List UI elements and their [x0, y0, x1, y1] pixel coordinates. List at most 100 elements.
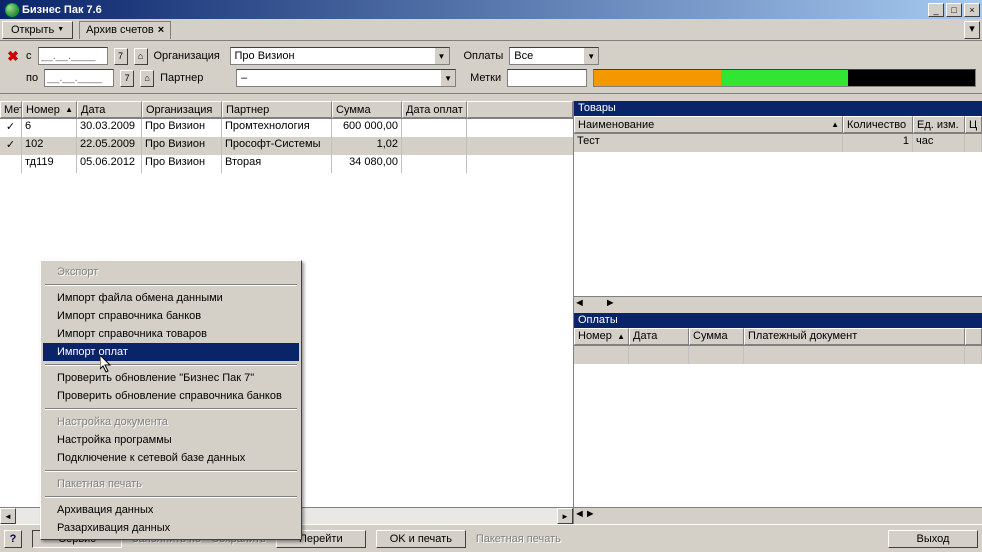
menu-separator — [45, 284, 297, 286]
goods-scroll-h[interactable]: ◄ ► — [574, 296, 982, 313]
goods-cell-unit: час — [913, 134, 965, 152]
service-context-menu[interactable]: ЭкспортИмпорт файла обмена даннымиИмпорт… — [40, 260, 302, 540]
table-row[interactable]: ✓630.03.2009Про ВизионПромтехнология600 … — [0, 119, 573, 137]
scroll-left-icon[interactable]: ◄ — [0, 508, 16, 524]
goods-col-unit[interactable]: Ед. изм. — [913, 116, 965, 133]
pay-col-sum[interactable]: Сумма — [689, 328, 744, 345]
menu-item[interactable]: Настройка программы — [43, 431, 299, 449]
goods-col-qty[interactable]: Количество — [843, 116, 913, 133]
color-marks[interactable] — [593, 69, 976, 87]
batch-print-button[interactable]: Пакетная печать — [476, 533, 561, 545]
payments-body[interactable] — [574, 346, 982, 508]
goods-body[interactable]: Тест 1 час — [574, 134, 982, 296]
sort-asc-icon: ▲ — [65, 105, 73, 114]
pay-col-date[interactable]: Дата — [629, 328, 689, 345]
mark-green[interactable] — [721, 70, 848, 86]
title-bar: Бизнес Пак 7.6 _ □ × — [0, 0, 982, 19]
from-label: с — [26, 50, 32, 62]
pay-col-num[interactable]: Номер▲ — [574, 328, 629, 345]
mark-orange[interactable] — [594, 70, 721, 86]
exit-button[interactable]: Выход — [888, 530, 978, 548]
table-row[interactable]: ✓10222.05.2009Про ВизионПрософт-Системы1… — [0, 137, 573, 155]
org-cell: Про Визион — [142, 137, 222, 155]
menu-item[interactable]: Импорт файла обмена данными — [43, 289, 299, 307]
payments-empty-row[interactable] — [574, 346, 982, 364]
num-cell: 6 — [22, 119, 77, 137]
open-label: Открыть — [11, 24, 54, 36]
pay-col-doc[interactable]: Платежный документ — [744, 328, 965, 345]
date-to-picker[interactable]: 7 — [120, 70, 134, 87]
col-sum[interactable]: Сумма — [332, 101, 402, 118]
check-cell: ✓ — [0, 119, 22, 137]
check-cell: ✓ — [0, 137, 22, 155]
org-cell: Про Визион — [142, 119, 222, 137]
ok-print-button[interactable]: OK и печать — [376, 530, 466, 548]
menu-item[interactable]: Импорт оплат — [43, 343, 299, 361]
close-tab-icon[interactable]: × — [158, 24, 164, 36]
date-cell: 05.06.2012 — [77, 155, 142, 173]
col-mark[interactable]: Мет — [0, 101, 22, 118]
help-icon[interactable]: ? — [4, 530, 22, 548]
tab-archive[interactable]: Архив счетов × — [79, 21, 171, 39]
menu-separator — [45, 470, 297, 472]
date-from-picker[interactable]: 7 — [114, 48, 128, 65]
sort-asc-icon: ▲ — [831, 120, 839, 129]
clear-filter-icon[interactable]: ✖ — [6, 48, 20, 65]
menu-item[interactable]: Подключение к сетевой базе данных — [43, 449, 299, 467]
app-icon — [5, 3, 19, 17]
sum-cell: 1,02 — [332, 137, 402, 155]
scroll-left-icon[interactable]: ◄ — [574, 297, 585, 313]
close-button[interactable]: × — [964, 3, 980, 17]
goods-row[interactable]: Тест 1 час — [574, 134, 982, 152]
org-combo[interactable]: Про Визион ▼ — [230, 47, 450, 65]
menu-item[interactable]: Архивация данных — [43, 501, 299, 519]
date-to-input[interactable] — [44, 69, 114, 87]
goods-col-name[interactable]: Наименование▲ — [574, 116, 843, 133]
minimize-button[interactable]: _ — [928, 3, 944, 17]
goods-cell-qty: 1 — [843, 134, 913, 152]
scroll-thumb[interactable] — [585, 297, 605, 313]
chevron-down-icon: ▼ — [440, 70, 455, 86]
menu-item[interactable]: Проверить обновление "Бизнес Пак 7" — [43, 369, 299, 387]
goods-col-price[interactable]: Ц — [965, 116, 982, 133]
tab-scroll-dropdown[interactable]: ▾ — [964, 21, 980, 39]
maximize-button[interactable]: □ — [946, 3, 962, 17]
scroll-left-icon[interactable]: ◄ — [574, 508, 585, 524]
partner-cell: Вторая — [222, 155, 332, 173]
pay-col-extra[interactable] — [965, 328, 982, 345]
date-from-clear[interactable]: ⌂ — [134, 48, 148, 65]
sum-cell: 600 000,00 — [332, 119, 402, 137]
pay-combo[interactable]: Все ▼ — [509, 47, 599, 65]
open-button[interactable]: Открыть ▼ — [2, 21, 73, 39]
chevron-down-icon: ▼ — [583, 48, 598, 64]
partner-label: Партнер — [160, 72, 230, 84]
filter-panel: ✖ с 7 ⌂ Организация Про Визион ▼ Оплаты … — [0, 41, 982, 94]
table-row[interactable]: тд11905.06.2012Про ВизионВторая34 080,00 — [0, 155, 573, 173]
org-cell: Про Визион — [142, 155, 222, 173]
menu-item[interactable]: Импорт справочника товаров — [43, 325, 299, 343]
col-number[interactable]: Номер▲ — [22, 101, 77, 118]
date-from-input[interactable] — [38, 47, 108, 65]
payments-header: Номер▲ Дата Сумма Платежный документ — [574, 328, 982, 346]
menu-item[interactable]: Проверить обновление справочника банков — [43, 387, 299, 405]
menu-item[interactable]: Импорт справочника банков — [43, 307, 299, 325]
mark-black[interactable] — [848, 70, 975, 86]
scroll-right-icon[interactable]: ► — [557, 508, 573, 524]
goods-cell-name: Тест — [574, 134, 843, 152]
date-cell: 30.03.2009 — [77, 119, 142, 137]
col-paydate[interactable]: Дата оплат — [402, 101, 467, 118]
partner-combo[interactable]: – ▼ — [236, 69, 456, 87]
marks-white[interactable] — [507, 69, 587, 87]
col-org[interactable]: Организация — [142, 101, 222, 118]
col-partner[interactable]: Партнер — [222, 101, 332, 118]
scroll-right-icon[interactable]: ► — [605, 297, 616, 313]
date-to-clear[interactable]: ⌂ — [140, 70, 154, 87]
payments-scroll-h[interactable]: ◄ ► — [574, 507, 982, 524]
partner-value: – — [237, 72, 440, 84]
scroll-right-icon[interactable]: ► — [585, 508, 596, 524]
org-label: Организация — [154, 50, 224, 62]
col-date[interactable]: Дата — [77, 101, 142, 118]
menu-item[interactable]: Разархивация данных — [43, 519, 299, 537]
tab-label: Архив счетов — [86, 24, 154, 36]
goods-header: Наименование▲ Количество Ед. изм. Ц — [574, 116, 982, 134]
